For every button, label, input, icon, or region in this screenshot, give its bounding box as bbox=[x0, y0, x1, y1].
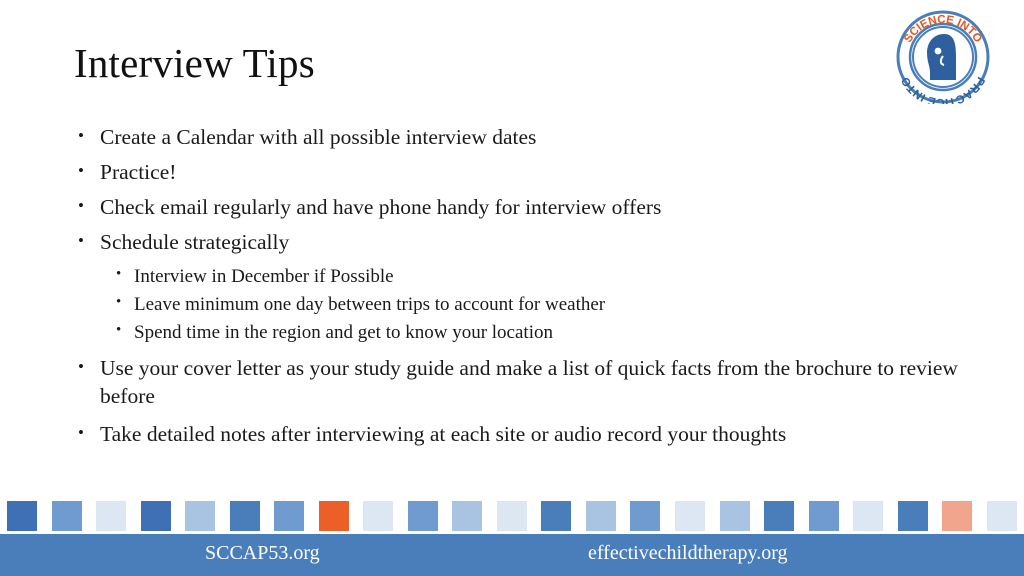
decorative-square bbox=[668, 500, 713, 532]
list-item: Take detailed notes after interviewing a… bbox=[74, 421, 1000, 449]
decorative-square-fill bbox=[185, 501, 216, 531]
footer-right-text: effectivechildtherapy.org bbox=[588, 542, 788, 564]
decorative-square-fill bbox=[719, 501, 750, 531]
decorative-square bbox=[89, 500, 134, 532]
list-item: Check email regularly and have phone han… bbox=[74, 194, 974, 222]
decorative-square bbox=[801, 500, 846, 532]
list-item: Leave minimum one day between trips to a… bbox=[74, 292, 974, 317]
decorative-square bbox=[935, 500, 980, 532]
list-item: Interview in December if Possible bbox=[74, 264, 974, 289]
decorative-square-fill bbox=[630, 501, 661, 531]
decorative-square-fill bbox=[496, 501, 527, 531]
decorative-square-fill bbox=[51, 501, 82, 531]
decorative-square-fill bbox=[897, 501, 928, 531]
decorative-square-fill bbox=[853, 501, 884, 531]
decorative-square-fill bbox=[363, 501, 394, 531]
list-item: Spend time in the region and get to know… bbox=[74, 320, 974, 345]
list-item: Practice! bbox=[74, 159, 974, 187]
decorative-square bbox=[0, 500, 45, 532]
decorative-square bbox=[267, 500, 312, 532]
decorative-square bbox=[178, 500, 223, 532]
decorative-square-fill bbox=[986, 501, 1017, 531]
list-item: Schedule strategically bbox=[74, 229, 974, 257]
science-into-practice-logo: SCIENCE INTO PRACTICE INTO bbox=[884, 8, 1002, 108]
decorative-square bbox=[579, 500, 624, 532]
decorative-square bbox=[356, 500, 401, 532]
decorative-square bbox=[45, 500, 90, 532]
slide: Interview Tips SCIENCE INTO PRACTICE INT… bbox=[0, 0, 1024, 576]
decorative-square-fill bbox=[452, 501, 483, 531]
decorative-square bbox=[312, 500, 357, 532]
decorative-square-fill bbox=[229, 501, 260, 531]
decorative-square-fill bbox=[808, 501, 839, 531]
decorative-square-fill bbox=[7, 501, 38, 531]
footer-left-text: SCCAP53.org bbox=[205, 542, 320, 564]
decorative-square-fill bbox=[541, 501, 572, 531]
page-title: Interview Tips bbox=[74, 40, 315, 86]
decorative-square bbox=[223, 500, 268, 532]
decorative-square bbox=[623, 500, 668, 532]
decorative-square-fill bbox=[96, 501, 127, 531]
decorative-square-fill bbox=[274, 501, 305, 531]
decorative-square bbox=[534, 500, 579, 532]
decorative-square-fill bbox=[764, 501, 795, 531]
decorative-square bbox=[401, 500, 446, 532]
decorative-square bbox=[445, 500, 490, 532]
decorative-square bbox=[979, 500, 1024, 532]
decorative-square-fill bbox=[585, 501, 616, 531]
bullet-list: Create a Calendar with all possible inte… bbox=[74, 124, 974, 456]
decorative-square-fill bbox=[674, 501, 705, 531]
decorative-square-strip bbox=[0, 500, 1024, 532]
list-item: Use your cover letter as your study guid… bbox=[74, 355, 1000, 411]
decorative-square-fill bbox=[318, 501, 349, 531]
decorative-square-fill bbox=[942, 501, 973, 531]
footer-bar: SCCAP53.org effectivechildtherapy.org bbox=[0, 534, 1024, 576]
decorative-square bbox=[890, 500, 935, 532]
decorative-square bbox=[712, 500, 757, 532]
decorative-square bbox=[846, 500, 891, 532]
decorative-square bbox=[490, 500, 535, 532]
decorative-square-fill bbox=[407, 501, 438, 531]
list-item: Create a Calendar with all possible inte… bbox=[74, 124, 974, 152]
decorative-square-fill bbox=[140, 501, 171, 531]
decorative-square bbox=[757, 500, 802, 532]
decorative-square bbox=[134, 500, 179, 532]
